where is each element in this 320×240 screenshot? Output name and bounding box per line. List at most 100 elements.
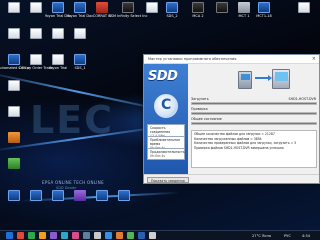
doc-icon bbox=[30, 2, 42, 13]
doc-icon bbox=[8, 28, 20, 39]
doc-icon bbox=[8, 80, 20, 91]
app-icon bbox=[74, 54, 86, 65]
desktop-icon[interactable]: SDS_2 bbox=[160, 2, 184, 26]
wizard-content: Загрузить SHD1-HOST-DVR Проверка Общее с… bbox=[188, 64, 319, 174]
weather-text[interactable]: 27°C Ясно bbox=[252, 233, 271, 239]
duration-box: Продолжительность 0h:0m:4s bbox=[147, 148, 185, 160]
taskbar: 27°C Ясно РУС 4:54 bbox=[0, 230, 320, 240]
desktop-icon[interactable] bbox=[2, 132, 26, 156]
desktop-icon[interactable] bbox=[292, 2, 316, 26]
taskbar-app-icon[interactable] bbox=[6, 232, 13, 239]
desktop-icon-label: MCT1-18 bbox=[256, 14, 272, 18]
taskbar-app-icon[interactable] bbox=[17, 232, 24, 239]
desktop-icon[interactable] bbox=[2, 2, 26, 26]
desktop-icon[interactable] bbox=[2, 80, 26, 104]
overall-label: Общее состояние bbox=[191, 117, 222, 121]
install-wizard-window[interactable]: Мастер установки программного обеспечени… bbox=[143, 54, 320, 184]
doc-icon bbox=[8, 106, 20, 117]
app-icon bbox=[166, 2, 178, 13]
taskbar-app-icon[interactable] bbox=[61, 232, 68, 239]
doc-icon bbox=[52, 28, 64, 39]
purple-icon bbox=[74, 190, 86, 201]
taskbar-app-icon[interactable] bbox=[127, 232, 134, 239]
desktop-icon[interactable]: Yoyon Trial bbox=[46, 54, 70, 78]
desktop-icon[interactable] bbox=[24, 28, 48, 52]
taskbar-app-icon[interactable] bbox=[83, 232, 90, 239]
verify-progress-bar bbox=[191, 112, 317, 115]
desktop-icon[interactable] bbox=[2, 190, 26, 214]
desktop-icon[interactable] bbox=[46, 28, 70, 52]
app-icon bbox=[118, 190, 130, 201]
desktop-icon[interactable] bbox=[210, 2, 234, 26]
taskbar-app-icon[interactable] bbox=[138, 232, 145, 239]
taskbar-app-icon[interactable] bbox=[28, 232, 35, 239]
desktop-icon[interactable]: DEV.py Order Trade bbox=[19, 54, 53, 78]
wizard-side-panel: SDD C Скорость соединения 17.4 (Mb) Приб… bbox=[144, 64, 188, 174]
clock[interactable]: 4:54 bbox=[302, 233, 310, 239]
taskbar-app-icon[interactable] bbox=[50, 232, 57, 239]
green-icon bbox=[8, 158, 20, 169]
doc-icon bbox=[298, 2, 310, 13]
doc-icon bbox=[74, 28, 86, 39]
status-log: Общее количество файлов для загрузки = 2… bbox=[191, 130, 317, 168]
app-icon bbox=[96, 190, 108, 201]
sdd-logo: SDD bbox=[148, 69, 178, 84]
desktop-icon[interactable]: MCT1-18 bbox=[252, 2, 276, 26]
overall-progress-bar bbox=[191, 122, 317, 125]
desktop-icon[interactable] bbox=[2, 28, 26, 52]
desktop-icon[interactable] bbox=[24, 190, 48, 214]
app-icon bbox=[8, 190, 20, 201]
doc-icon bbox=[30, 54, 42, 65]
desktop-icon[interactable] bbox=[112, 190, 136, 214]
app-icon bbox=[74, 2, 86, 13]
language-indicator[interactable]: РУС bbox=[284, 233, 291, 239]
wallpaper-caption: EPSA ONLINE TECH ONLINE bbox=[42, 180, 104, 185]
app-icon bbox=[52, 2, 64, 13]
taskbar-app-icon[interactable] bbox=[116, 232, 123, 239]
verify-row: Проверка bbox=[191, 107, 317, 111]
desktop-icon-label: MCA 2 bbox=[192, 14, 204, 18]
desktop-icon-label: MCT 1 bbox=[238, 14, 250, 18]
estimated-time-label: Приблизительное время bbox=[150, 138, 181, 146]
wizard-titlebar[interactable]: Мастер установки программного обеспечени… bbox=[144, 55, 319, 64]
desktop-icon[interactable] bbox=[68, 28, 92, 52]
dark-icon bbox=[122, 2, 134, 13]
desktop-icon[interactable]: SDS_1 bbox=[68, 54, 92, 78]
desktop-icon[interactable] bbox=[90, 190, 114, 214]
taskbar-app-icon[interactable] bbox=[72, 232, 79, 239]
taskbar-app-icon[interactable] bbox=[149, 232, 156, 239]
desktop-icon[interactable] bbox=[2, 158, 26, 182]
app-icon bbox=[8, 54, 20, 65]
doc-icon bbox=[8, 2, 20, 13]
status-log-line: Проверка файлов SHD1-HOST-DVR завершена … bbox=[194, 145, 284, 150]
desktop-icon[interactable]: SSM Infinity Select Inc bbox=[109, 2, 147, 26]
verify-progress-fill bbox=[192, 113, 316, 114]
taskbar-app-icon[interactable] bbox=[94, 232, 101, 239]
show-details-button[interactable]: Показать сведения bbox=[147, 177, 189, 183]
download-progress-fill bbox=[192, 103, 316, 104]
taskbar-app-icon[interactable] bbox=[39, 232, 46, 239]
desktop-icon[interactable]: Yoyon Trial Doc bbox=[67, 2, 93, 26]
desktop-icon[interactable] bbox=[68, 190, 92, 214]
close-icon[interactable]: × bbox=[312, 55, 316, 64]
doc-icon bbox=[30, 28, 42, 39]
download-progress-bar bbox=[191, 102, 317, 105]
doc-icon bbox=[146, 2, 158, 13]
orange-icon bbox=[8, 132, 20, 143]
app-icon bbox=[52, 190, 64, 201]
dark-icon bbox=[192, 2, 204, 13]
desktop-icon[interactable]: MCA 2 bbox=[186, 2, 210, 26]
app-icon bbox=[258, 2, 270, 13]
taskbar-app-icon[interactable] bbox=[105, 232, 112, 239]
desktop-icon-label: Yoyon Trial bbox=[48, 66, 68, 70]
desktop-icon[interactable] bbox=[46, 190, 70, 214]
desktop-icon[interactable] bbox=[2, 106, 26, 130]
download-label: Загрузить bbox=[191, 97, 209, 101]
transfer-illustration bbox=[238, 67, 298, 93]
overall-row: Общее состояние bbox=[191, 117, 317, 121]
red-icon bbox=[96, 2, 108, 13]
doc-icon bbox=[52, 54, 64, 65]
desktop: LEC EPSA ONLINE TECH ONLINE SDD Dealer Y… bbox=[0, 0, 320, 230]
grey-icon bbox=[238, 2, 250, 13]
desktop-icon-label: SDS_2 bbox=[166, 14, 178, 18]
